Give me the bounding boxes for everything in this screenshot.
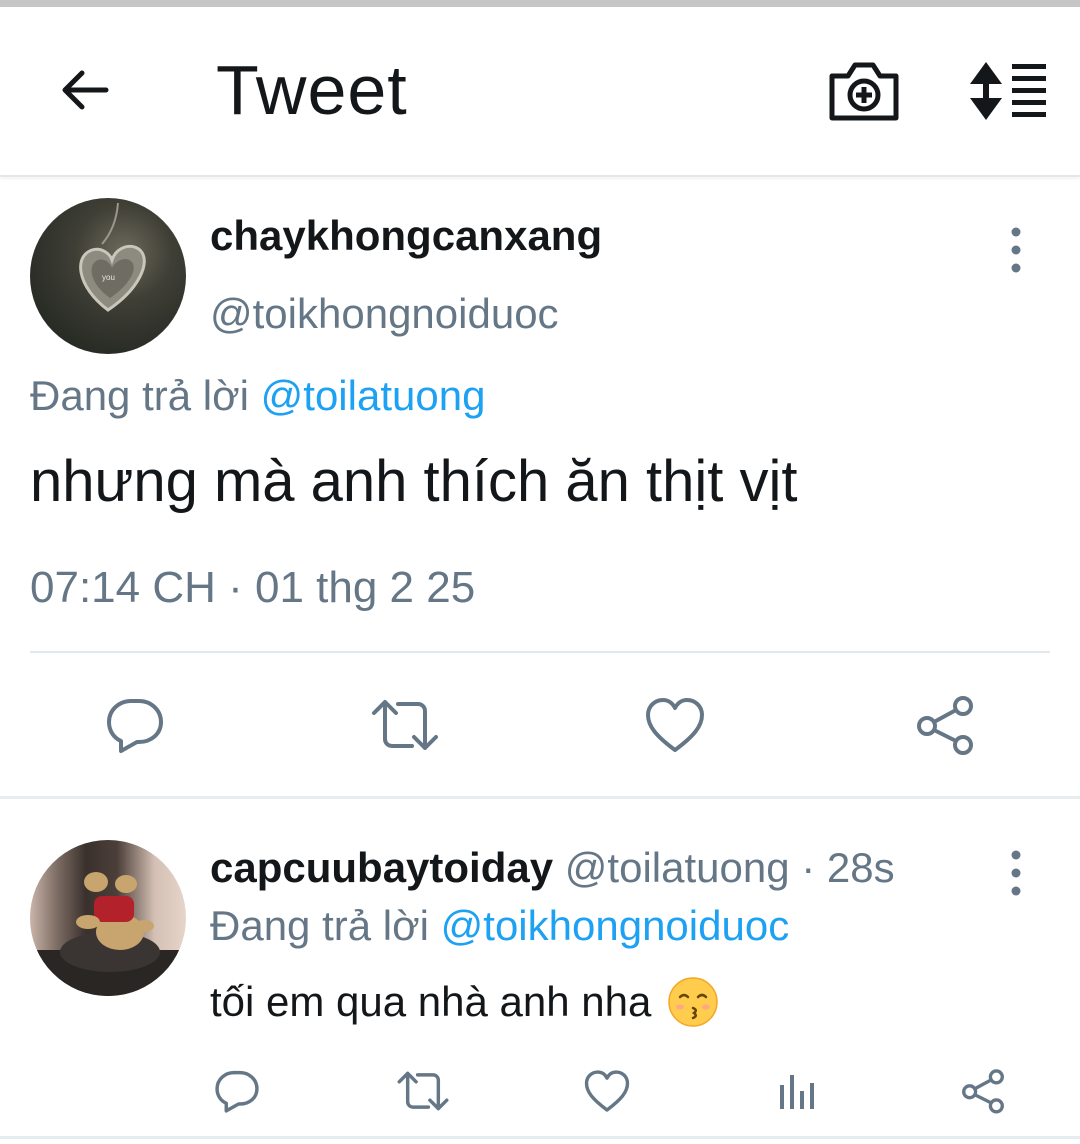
- sort-list-icon: [970, 62, 1046, 120]
- reply-header: capcuubaytoiday @toilatuong · 28s: [210, 844, 895, 892]
- arrow-left-icon: [62, 70, 109, 110]
- reply-button[interactable]: [210, 1064, 264, 1118]
- replying-to: Đang trả lời @toilatuong: [30, 372, 485, 420]
- retweet-button[interactable]: [394, 1064, 452, 1118]
- svg-text:you: you: [102, 273, 115, 282]
- teddy-bear-photo: [30, 872, 186, 996]
- display-name[interactable]: chaykhongcanxang: [210, 212, 602, 260]
- analytics-button[interactable]: [770, 1064, 824, 1118]
- retweet-button[interactable]: [368, 690, 442, 760]
- avatar[interactable]: [30, 840, 186, 996]
- share-button[interactable]: [956, 1064, 1010, 1118]
- replying-to: Đang trả lời @toikhongnoiduoc: [210, 902, 789, 950]
- heart-pendant-photo: you: [79, 202, 146, 312]
- tweet-timestamp: 07:14 CH · 01 thg 2 25: [30, 563, 476, 612]
- bottom-divider: [0, 1136, 1080, 1139]
- avatar[interactable]: you: [30, 198, 186, 354]
- more-vertical-icon: [1011, 227, 1021, 273]
- like-icon: [584, 1070, 630, 1112]
- reply-icon: [107, 699, 163, 753]
- share-icon: [917, 696, 973, 755]
- reply-text: tối em qua nhà anh nha: [210, 978, 652, 1025]
- more-vertical-icon: [1011, 850, 1021, 896]
- reply-button[interactable]: [100, 690, 170, 760]
- more-options-button[interactable]: [996, 845, 1036, 901]
- tweet-text: nhưng mà anh thích ăn thịt vịt: [30, 449, 798, 514]
- analytics-icon: [780, 1075, 814, 1109]
- top-app-bar: [0, 7, 1080, 175]
- reply-mention-link[interactable]: @toilatuong: [261, 372, 486, 419]
- replying-prefix: Đang trả lời: [30, 372, 249, 419]
- user-handle[interactable]: @toilatuong: [565, 844, 790, 891]
- timeline-sort-button[interactable]: [966, 60, 1050, 122]
- like-button[interactable]: [640, 690, 710, 760]
- status-bar-divider: [0, 0, 1080, 7]
- share-button[interactable]: [910, 690, 980, 760]
- kissing-face-smiling-eyes-icon: [668, 977, 719, 1027]
- section-divider: [0, 796, 1080, 799]
- more-options-button[interactable]: [996, 222, 1036, 278]
- reply-tweet-text: tối em qua nhà anh nha: [210, 976, 719, 1028]
- header-divider: [0, 175, 1080, 177]
- reply-icon: [215, 1070, 259, 1113]
- relative-time: · 28s: [801, 844, 895, 891]
- share-icon: [962, 1069, 1004, 1114]
- divider: [30, 651, 1050, 653]
- retweet-icon: [397, 1071, 449, 1111]
- camera-button[interactable]: [826, 58, 902, 124]
- replying-prefix: Đang trả lời: [210, 902, 429, 949]
- camera-plus-icon: [829, 62, 899, 121]
- like-button[interactable]: [580, 1064, 634, 1118]
- user-handle[interactable]: @toikhongnoiduoc: [210, 290, 559, 338]
- display-name[interactable]: capcuubaytoiday: [210, 844, 553, 891]
- back-button[interactable]: [52, 58, 116, 122]
- like-icon: [646, 698, 704, 752]
- page-title: Tweet: [216, 51, 408, 129]
- reply-mention-link[interactable]: @toikhongnoiduoc: [441, 902, 790, 949]
- retweet-icon: [372, 700, 438, 750]
